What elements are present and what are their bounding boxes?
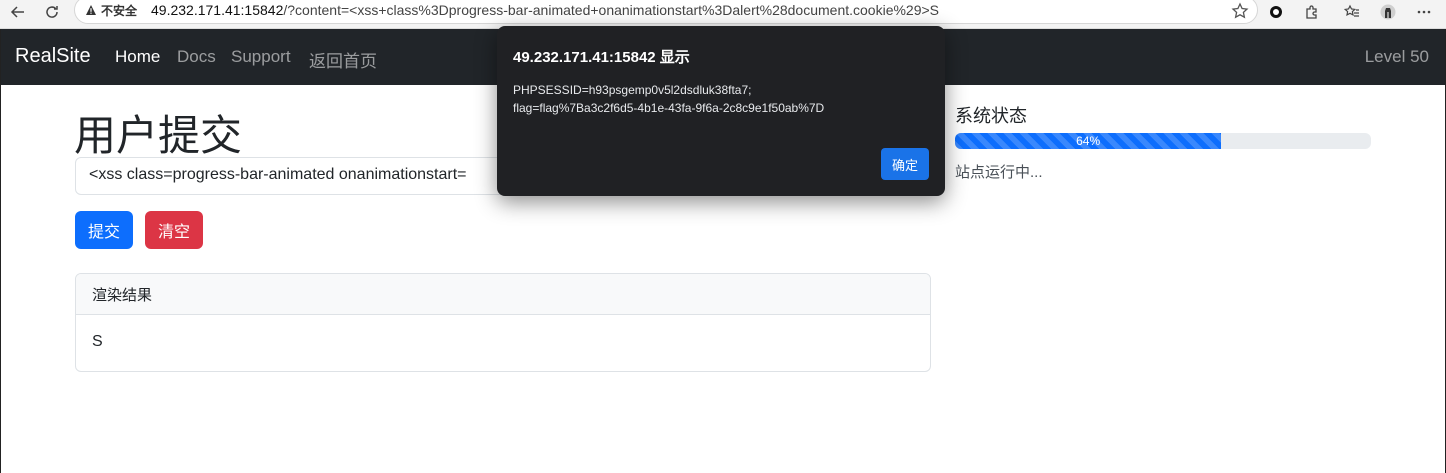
card-body: S [92, 333, 103, 350]
url-path: /?content=<xss+class%3Dprogress-bar-anim… [283, 2, 940, 18]
bookmark-star-icon[interactable] [1231, 2, 1249, 20]
url-host: 49.232.171.41:15842 [151, 2, 284, 18]
favorites-icon[interactable] [1342, 2, 1362, 22]
render-result-card: 渲染结果 S [75, 273, 931, 372]
alert-dialog: 49.232.171.41:15842 显示 PHPSESSID=h93psge… [497, 26, 945, 196]
content-input[interactable]: <xss class=progress-bar-animated onanima… [75, 157, 535, 195]
address-bar[interactable]: 不安全 49.232.171.41:15842/?content=<xss+cl… [74, 0, 1258, 24]
nav-back-home[interactable]: 返回首页 [309, 47, 377, 72]
security-label: 不安全 [101, 3, 138, 18]
page-title: 用户提交 [74, 111, 243, 160]
brand-logo[interactable]: RealSite [15, 45, 91, 68]
status-text: 站点运行中... [955, 164, 1043, 181]
card-header: 渲染结果 [76, 274, 930, 315]
dialog-message-line: PHPSESSID=h93psgemp0v5l2dsdluk38fta7; [513, 83, 752, 97]
warning-triangle-icon [86, 5, 96, 15]
profile-avatar-icon[interactable] [1378, 2, 1398, 22]
extension-circle-icon[interactable] [1266, 2, 1286, 22]
back-arrow-icon[interactable] [6, 2, 30, 22]
clear-button[interactable]: 清空 [145, 211, 203, 249]
more-menu-icon[interactable] [1414, 2, 1434, 22]
security-warning[interactable]: 不安全 [85, 2, 137, 19]
progress-track: 64% [955, 133, 1371, 149]
dialog-ok-button[interactable]: 确定 [881, 148, 929, 180]
submit-button[interactable]: 提交 [75, 211, 133, 249]
nav-home[interactable]: Home [115, 47, 160, 67]
progress-bar: 64% [955, 133, 1222, 149]
level-indicator: Level 50 [1364, 47, 1429, 66]
browser-toolbar: 不安全 49.232.171.41:15842/?content=<xss+cl… [0, 0, 1446, 29]
nav-docs[interactable]: Docs [177, 47, 216, 67]
dialog-message-line: flag=flag%7Ba3c2f6d5-4b1e-43fa-9f6a-2c8c… [513, 101, 825, 115]
status-title: 系统状态 [955, 106, 1027, 126]
dialog-title: 49.232.171.41:15842 显示 [513, 49, 690, 66]
dialog-message: PHPSESSID=h93psgemp0v5l2dsdluk38fta7; fl… [513, 81, 933, 117]
refresh-icon[interactable] [40, 2, 64, 22]
extensions-puzzle-icon[interactable] [1302, 2, 1322, 22]
nav-support[interactable]: Support [231, 47, 291, 67]
